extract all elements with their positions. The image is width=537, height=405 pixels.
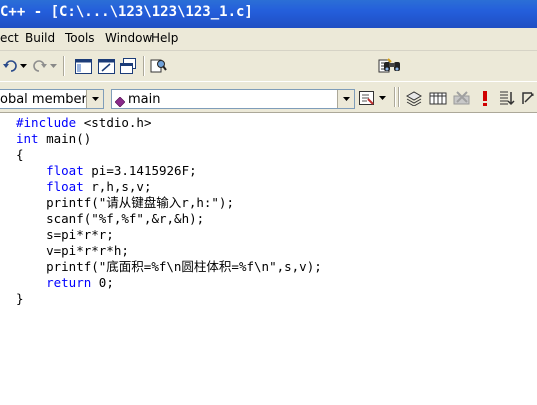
code-line[interactable]: float pi=3.1415926F; <box>16 163 322 179</box>
binoculars-icon[interactable] <box>380 56 404 76</box>
code-text: s=pi*r*r; <box>16 227 114 242</box>
code-text: { <box>16 147 24 162</box>
stop-build-icon[interactable] <box>452 88 472 108</box>
code-line[interactable]: printf("底面积=%f\n圆柱体积=%f\n",s,v); <box>16 259 322 275</box>
redo-icon[interactable] <box>30 56 50 76</box>
code-line[interactable]: printf("请从键盘输入r,h:"); <box>16 195 322 211</box>
code-keyword: float <box>46 179 84 194</box>
toolbar-separator <box>394 87 395 107</box>
code-line[interactable]: int main() <box>16 131 322 147</box>
workspace-icon[interactable] <box>73 56 93 76</box>
undo-icon[interactable] <box>0 56 20 76</box>
output-window-icon[interactable] <box>96 56 116 76</box>
standard-toolbar <box>0 51 537 127</box>
menu-bar: ect Build Tools Window Help <box>0 28 537 51</box>
code-line[interactable]: s=pi*r*r; <box>16 227 322 243</box>
code-line[interactable]: scanf("%f,%f",&r,&h); <box>16 211 322 227</box>
menu-tools[interactable]: Tools <box>65 31 95 45</box>
code-line[interactable]: return 0; <box>16 275 322 291</box>
code-line[interactable]: #include <stdio.h> <box>16 115 322 131</box>
editor-gutter <box>0 113 14 405</box>
code-line[interactable]: } <box>16 291 322 307</box>
toolbar-separator <box>143 56 144 76</box>
code-line[interactable]: float r,h,s,v; <box>16 179 322 195</box>
find-in-files-icon[interactable] <box>149 56 169 76</box>
wizardbar-toolbar: obal members main <box>0 82 537 113</box>
menu-window[interactable]: Window <box>105 31 152 45</box>
code-keyword: int <box>16 131 39 146</box>
code-text: } <box>16 291 24 306</box>
code-keyword: #include <box>16 115 77 130</box>
scope-combo-dropdown[interactable] <box>86 90 103 108</box>
code-editor[interactable]: #include <stdio.h> int main(){ float pi=3… <box>0 113 537 405</box>
compile-icon[interactable] <box>404 88 424 108</box>
code-text: <stdio.h> <box>76 115 152 130</box>
code-text: printf("底面积=%f\n圆柱体积=%f\n",s,v); <box>16 259 322 274</box>
window-title: C++ - [C:\...\123\123\123_1.c] <box>0 4 253 20</box>
function-diamond-icon <box>114 94 126 112</box>
scope-combo-text: obal members <box>0 92 94 107</box>
code-content[interactable]: #include <stdio.h> int main(){ float pi=3… <box>16 115 322 307</box>
insert-breakpoint-icon[interactable] <box>518 88 537 108</box>
code-text: printf("请从键盘输入r,h:"); <box>16 195 234 210</box>
undo-dropdown-icon[interactable] <box>18 56 28 76</box>
menu-help[interactable]: Help <box>151 31 178 45</box>
code-text: 0; <box>91 275 114 290</box>
build-icon[interactable] <box>428 88 448 108</box>
code-text: v=pi*r*r*h; <box>16 243 129 258</box>
code-line[interactable]: { <box>16 147 322 163</box>
chevron-down-icon <box>342 97 350 101</box>
wizard-action-dropdown-icon[interactable] <box>377 88 387 108</box>
execute-icon[interactable] <box>475 88 495 108</box>
code-text: pi=3.1415926F; <box>83 163 197 178</box>
function-combo[interactable]: main <box>111 89 355 109</box>
function-combo-dropdown[interactable] <box>337 90 354 108</box>
go-icon[interactable] <box>497 88 517 108</box>
function-combo-text: main <box>128 92 161 107</box>
window-list-icon[interactable] <box>118 56 138 76</box>
wizard-action-icon[interactable] <box>358 88 378 108</box>
menu-project[interactable]: ect <box>0 31 19 45</box>
code-keyword: float <box>46 163 84 178</box>
code-text: main() <box>38 131 92 146</box>
toolbar-separator <box>63 56 64 76</box>
code-text: scanf("%f,%f",&r,&h); <box>16 211 205 226</box>
toolbar-separator <box>398 87 399 107</box>
code-keyword: return <box>46 275 92 290</box>
chevron-down-icon <box>91 97 99 101</box>
menu-build[interactable]: Build <box>25 31 55 45</box>
code-text: r,h,s,v; <box>83 179 152 194</box>
code-line[interactable]: v=pi*r*r*h; <box>16 243 322 259</box>
title-bar: C++ - [C:\...\123\123\123_1.c] <box>0 0 537 28</box>
scope-combo[interactable]: obal members <box>0 89 104 109</box>
redo-dropdown-icon[interactable] <box>48 56 58 76</box>
